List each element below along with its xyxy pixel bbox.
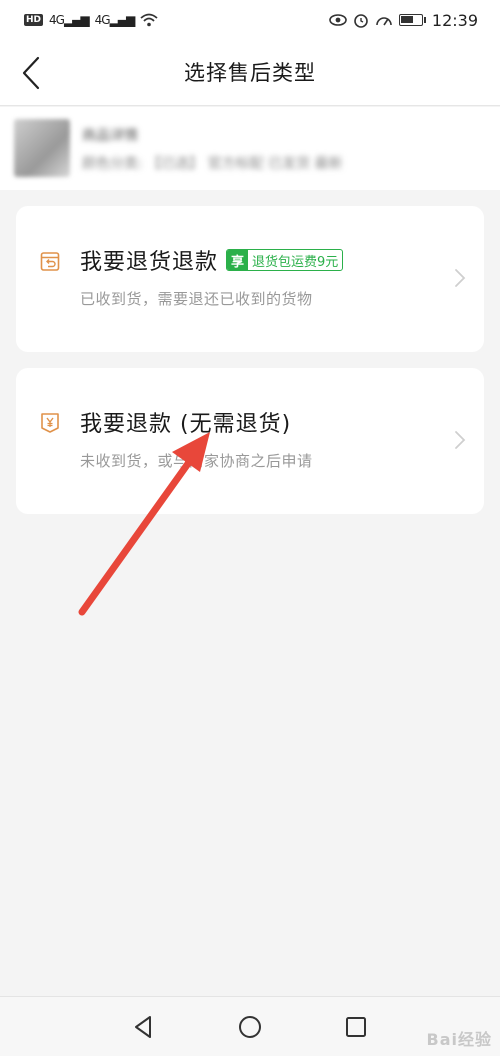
option-refund-only[interactable]: 我要退款 (无需退货) 未收到货，或与商家协商之后申请	[16, 368, 484, 514]
option-return-and-refund[interactable]: 我要退货退款 享 退货包运费9元 已收到货，需要退还已收到的货物	[16, 206, 484, 352]
free-return-shipping-badge: 享 退货包运费9元	[226, 249, 344, 271]
promo-tag-body: 退货包运费9元	[252, 254, 339, 270]
option-title: 我要退货退款 享 退货包运费9元	[80, 244, 344, 276]
signal-icon-2: 4G▂▄▆	[94, 13, 136, 27]
nav-bar: 选择售后类型	[0, 40, 500, 106]
refund-yen-icon	[41, 413, 59, 433]
alarm-icon	[354, 14, 368, 28]
system-back-icon[interactable]	[130, 1013, 158, 1041]
product-description: 颜色分类: 【已选】 官方标配 已发货 最新	[82, 156, 343, 172]
status-bar: HD 4G▂▄▆ 4G▂▄▆ 12:39	[0, 0, 500, 40]
wifi-icon	[140, 13, 158, 27]
option-title-text: 我要退款 (无需退货)	[80, 412, 292, 437]
chevron-right-icon	[455, 269, 466, 287]
option-title-text: 我要退货退款	[80, 250, 219, 275]
chevron-left-icon	[22, 56, 40, 90]
hd-badge: HD	[24, 14, 44, 26]
product-thumbnail	[14, 119, 70, 177]
status-left: HD 4G▂▄▆ 4G▂▄▆	[24, 13, 158, 27]
battery-icon	[398, 14, 423, 26]
product-summary: 商品详情 颜色分类: 【已选】 官方标配 已发货 最新	[0, 107, 500, 190]
system-recents-icon[interactable]	[342, 1013, 370, 1041]
status-time: 12:39	[431, 10, 478, 30]
status-right: 12:39	[329, 11, 478, 30]
return-box-icon	[40, 252, 60, 271]
watermark: Bai经验	[426, 1030, 492, 1049]
back-button[interactable]	[14, 54, 48, 92]
signal-icon-1: 4G▂▄▆	[49, 13, 90, 27]
product-name: 商品详情	[82, 128, 138, 144]
promo-tag-head: 享	[227, 250, 249, 270]
option-subtitle: 未收到货，或与商家协商之后申请	[80, 452, 313, 470]
chevron-right-icon	[455, 431, 466, 449]
system-nav-bar: Bai经验	[0, 996, 500, 1056]
option-subtitle: 已收到货，需要退还已收到的货物	[80, 290, 313, 308]
battery-tip	[423, 17, 426, 23]
option-title: 我要退款 (无需退货)	[80, 406, 291, 438]
speedometer-icon	[376, 17, 392, 26]
eye-icon	[329, 14, 347, 26]
system-home-icon[interactable]	[236, 1013, 264, 1041]
page-title: 选择售后类型	[184, 61, 316, 85]
